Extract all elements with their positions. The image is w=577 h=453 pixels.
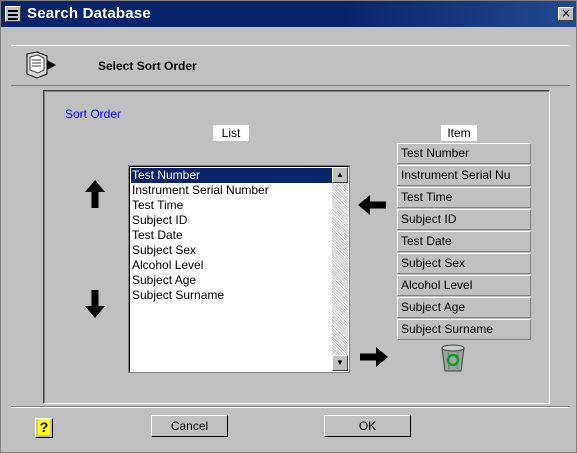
- item-button-test-number[interactable]: Test Number: [397, 143, 531, 164]
- item-button-alcohol-level[interactable]: Alcohol Level: [397, 275, 531, 296]
- list-caption: List: [213, 125, 249, 141]
- add-to-list-arrow-icon[interactable]: [357, 194, 387, 216]
- list-item-test-date[interactable]: Test Date: [131, 228, 335, 243]
- sort-order-label: Sort Order: [65, 107, 122, 121]
- sort-order-listbox[interactable]: Test Number Instrument Serial Number Tes…: [128, 165, 350, 373]
- list-item-subject-id[interactable]: Subject ID: [131, 213, 335, 228]
- item-button-subject-id[interactable]: Subject ID: [397, 209, 531, 230]
- search-database-window: Search Database × Select Sort Order Sort…: [0, 0, 577, 453]
- list-item-alcohol-level[interactable]: Alcohol Level: [131, 258, 335, 273]
- list-item-instrument-serial-number[interactable]: Instrument Serial Number: [131, 183, 335, 198]
- item-button-subject-sex[interactable]: Subject Sex: [397, 253, 531, 274]
- item-button-subject-surname[interactable]: Subject Surname: [397, 319, 531, 340]
- list-item-test-number[interactable]: Test Number: [131, 168, 335, 183]
- sort-order-list: Test Number Instrument Serial Number Tes…: [131, 168, 335, 303]
- item-button-test-time[interactable]: Test Time: [397, 187, 531, 208]
- help-button[interactable]: ?: [35, 418, 53, 438]
- item-button-test-date[interactable]: Test Date: [397, 231, 531, 252]
- list-item-subject-surname[interactable]: Subject Surname: [131, 288, 335, 303]
- window-title: Search Database: [27, 5, 151, 22]
- move-up-arrow-icon[interactable]: [84, 179, 106, 209]
- help-icon: ?: [37, 419, 51, 435]
- header-title: Select Sort Order: [98, 59, 197, 73]
- scroll-down-button[interactable]: ▼: [332, 355, 348, 371]
- title-bar[interactable]: Search Database ×: [1, 1, 576, 27]
- cancel-button[interactable]: Cancel: [151, 415, 228, 437]
- item-button-instrument-serial-number[interactable]: Instrument Serial Nu: [397, 165, 531, 186]
- recycle-bin-icon[interactable]: [437, 341, 469, 373]
- list-scrollbar[interactable]: ▲ ▼: [332, 167, 348, 371]
- list-item-test-time[interactable]: Test Time: [131, 198, 335, 213]
- database-arrow-icon: [26, 51, 56, 79]
- remove-to-trash-arrow-icon[interactable]: [359, 346, 389, 368]
- ok-button[interactable]: OK: [324, 415, 411, 437]
- move-down-arrow-icon[interactable]: [84, 289, 106, 319]
- list-item-subject-sex[interactable]: Subject Sex: [131, 243, 335, 258]
- scroll-up-button[interactable]: ▲: [332, 167, 348, 183]
- item-button-subject-age[interactable]: Subject Age: [397, 297, 531, 318]
- list-item-subject-age[interactable]: Subject Age: [131, 273, 335, 288]
- item-button-column: Test Number Instrument Serial Nu Test Ti…: [397, 143, 531, 341]
- bottom-divider: [11, 406, 570, 408]
- close-button[interactable]: ×: [558, 7, 574, 21]
- window-menu-icon[interactable]: [5, 6, 21, 22]
- item-caption: Item: [441, 125, 477, 141]
- header-bar: Select Sort Order: [11, 45, 570, 86]
